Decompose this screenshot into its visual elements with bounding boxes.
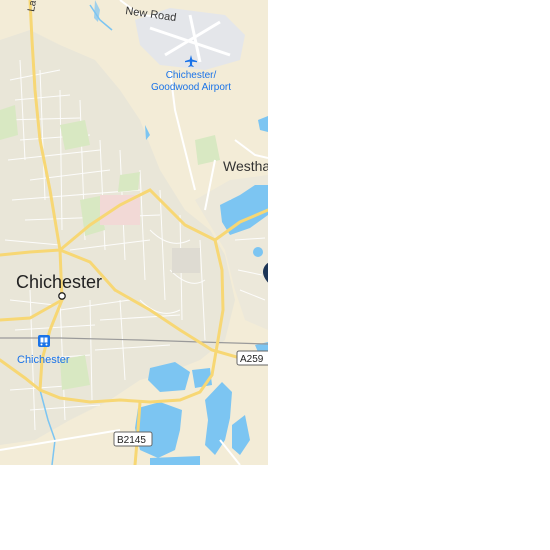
town-label-westhampnett: Westha <box>223 158 268 174</box>
map-view[interactable]: A259 B2145 New Road Lav Chichester/ Good… <box>0 0 268 465</box>
city-dot-icon <box>58 292 66 300</box>
train-icon[interactable] <box>38 335 50 347</box>
station-label[interactable]: Chichester <box>17 354 70 366</box>
road-shield-b2145: B2145 <box>113 431 153 447</box>
road-shield-b2145-text: B2145 <box>117 435 146 446</box>
road-shield-a259-text: A259 <box>240 354 264 365</box>
retail-park-area <box>172 248 200 273</box>
map-canvas[interactable]: A259 B2145 New Road Lav Chichester/ Good… <box>0 0 268 465</box>
road-shield-a259: A259 <box>236 350 268 366</box>
city-label: Chichester <box>16 272 102 292</box>
airport-label-line1[interactable]: Chichester/ <box>166 70 217 81</box>
airport-label-line2[interactable]: Goodwood Airport <box>151 82 231 93</box>
